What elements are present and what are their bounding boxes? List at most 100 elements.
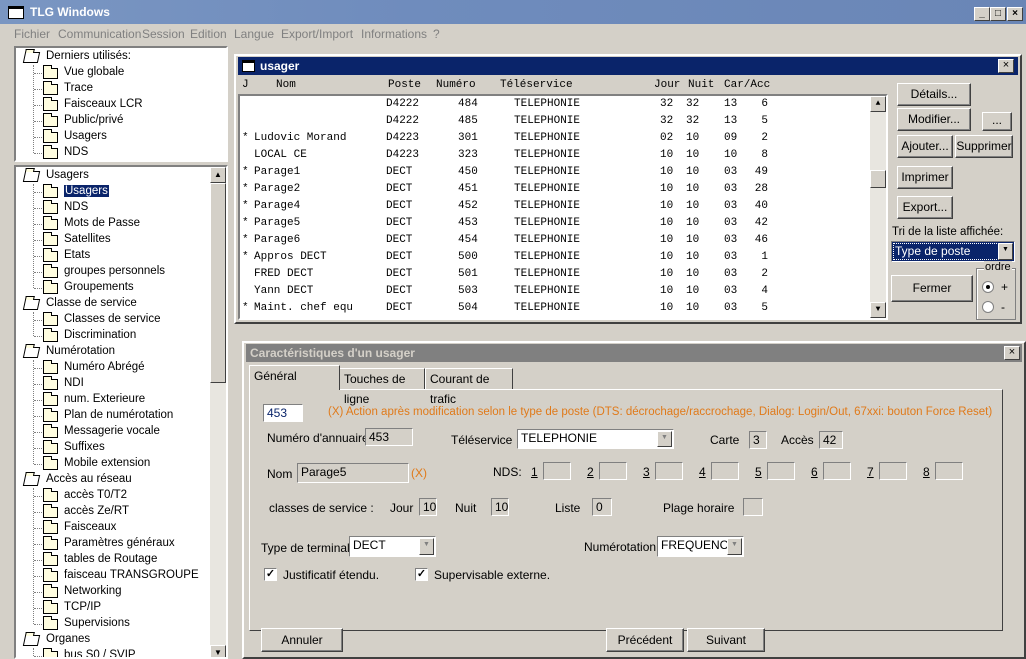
col-nom[interactable]: Nom <box>276 79 296 91</box>
precedent-button[interactable]: Précédent <box>606 628 684 652</box>
carac-close-icon[interactable]: × <box>1004 346 1020 360</box>
usager-title-bar[interactable]: usager × <box>238 57 1018 75</box>
chevron-down-icon[interactable]: ▼ <box>419 538 434 555</box>
imprimer-button[interactable]: Imprimer <box>897 166 953 189</box>
terminal-label: Type de terminal <box>261 541 350 555</box>
suivant-button[interactable]: Suivant <box>687 628 765 652</box>
list-scrollbar[interactable]: ▲ ▼ <box>870 96 886 318</box>
table-row[interactable]: * Ludovic Morand D4223 301 TELEPHONIE 02 10 09 2 <box>240 130 870 147</box>
liste-field[interactable]: 0 <box>592 498 612 516</box>
close-icon[interactable]: × <box>1007 7 1023 21</box>
scroll-thumb[interactable] <box>210 183 226 383</box>
jour-field[interactable]: 10 <box>419 498 437 516</box>
list-scroll-up-icon[interactable]: ▲ <box>870 96 886 112</box>
export-button[interactable]: Export... <box>897 196 953 219</box>
plage-field[interactable] <box>743 498 763 516</box>
annuaire-field[interactable]: 453 <box>365 428 413 446</box>
col-numero[interactable]: Numéro <box>436 79 476 91</box>
annuler-button[interactable]: Annuler <box>261 628 343 652</box>
supprimer-button[interactable]: Supprimer <box>955 135 1013 158</box>
maximize-icon[interactable]: □ <box>990 7 1006 21</box>
ajouter-button[interactable]: Ajouter... <box>897 135 953 158</box>
table-row[interactable]: Yann DECT DECT 503 TELEPHONIE 10 10 03 4 <box>240 283 870 300</box>
col-poste[interactable]: Poste <box>388 79 421 91</box>
minimize-icon[interactable]: _ <box>974 7 990 21</box>
menu-communication[interactable]: Communication <box>58 27 141 41</box>
carte-field[interactable]: 3 <box>749 431 767 449</box>
table-row[interactable]: * Parage5 DECT 453 TELEPHONIE 10 10 03 42 <box>240 215 870 232</box>
table-row[interactable]: * Parage2 DECT 451 TELEPHONIE 10 10 03 28 <box>240 181 870 198</box>
app-title-bar[interactable]: TLG Windows _ □ × <box>0 0 1026 24</box>
table-row[interactable]: * Parage6 DECT 454 TELEPHONIE 10 10 03 46 <box>240 232 870 249</box>
nav-tree-scrollbar[interactable]: ▲ ▼ <box>210 167 226 657</box>
app-window: TLG Windows _ □ × Fichier Communication … <box>0 0 1026 659</box>
order-minus-radio[interactable] <box>982 301 994 313</box>
number-field[interactable]: 453 <box>263 404 303 422</box>
table-row[interactable]: * Appros DECT DECT 500 TELEPHONIE 10 10 03 1 <box>240 249 870 266</box>
folder-icon <box>43 440 58 454</box>
folder-icon <box>43 129 58 143</box>
modifier-button[interactable]: Modifier... <box>897 108 971 131</box>
table-row[interactable]: D4222 484 TELEPHONIE 32 32 13 6 <box>240 96 870 113</box>
col-teleservice[interactable]: Téléservice <box>500 79 573 91</box>
fermer-button[interactable]: Fermer <box>891 275 973 302</box>
order-plus-label: + <box>1001 280 1009 294</box>
carac-title-bar[interactable]: Caractéristiques d'un usager × <box>246 344 1022 362</box>
col-car-acc[interactable]: Car/Acc <box>724 79 770 91</box>
list-scroll-down-icon[interactable]: ▼ <box>870 302 886 318</box>
scroll-down-icon[interactable]: ▼ <box>210 645 226 657</box>
nom-field[interactable]: Parage5 <box>297 463 409 483</box>
order-plus-radio[interactable] <box>982 281 994 293</box>
table-row[interactable]: LOCAL CE D4223 323 TELEPHONIE 10 10 10 8 <box>240 147 870 164</box>
tab-courant-de-trafic[interactable]: Courant de trafic <box>425 368 513 406</box>
nuit-field[interactable]: 10 <box>491 498 509 516</box>
cell-j: * <box>242 234 249 246</box>
supervisable-checkbox[interactable]: ✓ <box>415 568 428 581</box>
col-nuit[interactable]: Nuit <box>688 79 714 91</box>
cell-nuit: 32 <box>686 115 700 127</box>
nds-slot-field[interactable] <box>823 462 851 480</box>
cell-nuit: 10 <box>686 234 700 246</box>
chevron-down-icon[interactable]: ▼ <box>657 431 672 447</box>
menu-help[interactable]: ? <box>433 27 440 41</box>
nds-slot-field[interactable] <box>935 462 963 480</box>
details-button[interactable]: Détails... <box>897 83 971 106</box>
chevron-down-icon[interactable]: ▼ <box>727 538 742 555</box>
nds-slot-field[interactable] <box>767 462 795 480</box>
usager-close-icon[interactable]: × <box>998 59 1014 73</box>
teleservice-select[interactable]: TELEPHONIE ▼ <box>517 429 674 449</box>
nds-slot-field[interactable] <box>655 462 683 480</box>
more-button[interactable]: ... <box>982 112 1012 131</box>
nds-slot-field[interactable] <box>879 462 907 480</box>
nds-slot-field[interactable] <box>711 462 739 480</box>
table-row[interactable]: * Maint. chef equ DECT 504 TELEPHONIE 10 10 03 5 <box>240 300 870 317</box>
cell-poste: DECT <box>386 166 413 178</box>
annuaire-label: Numéro d'annuaire <box>267 431 369 445</box>
scroll-up-icon[interactable]: ▲ <box>210 167 226 183</box>
acces-field[interactable]: 42 <box>819 431 843 449</box>
terminal-select[interactable]: DECT ▼ <box>349 536 436 557</box>
table-row[interactable]: * Parage1 DECT 450 TELEPHONIE 10 10 03 49 <box>240 164 870 181</box>
cell-nom: Yann DECT <box>254 285 314 297</box>
menu-export-import[interactable]: Export/Import <box>281 27 353 41</box>
sort-select[interactable]: Type de poste ▼ <box>891 241 1015 262</box>
list-scroll-thumb[interactable] <box>870 170 886 188</box>
chevron-down-icon[interactable]: ▼ <box>998 243 1013 260</box>
menu-informations[interactable]: Informations <box>361 27 427 41</box>
col-j[interactable]: J <box>242 79 249 91</box>
col-jour[interactable]: Jour <box>654 79 680 91</box>
numerotation-select[interactable]: FREQUENCE ▼ <box>657 536 744 557</box>
justificatif-checkbox[interactable]: ✓ <box>264 568 277 581</box>
nds-slot-field[interactable] <box>599 462 627 480</box>
cell-acc: 8 <box>761 149 768 161</box>
table-row[interactable]: FRED DECT DECT 501 TELEPHONIE 10 10 03 2 <box>240 266 870 283</box>
table-row[interactable]: * Parage4 DECT 452 TELEPHONIE 10 10 03 40 <box>240 198 870 215</box>
menu-session[interactable]: Session <box>142 27 185 41</box>
table-row[interactable]: D4222 485 TELEPHONIE 32 32 13 5 <box>240 113 870 130</box>
tab-general[interactable]: Général <box>249 365 340 390</box>
menu-fichier[interactable]: Fichier <box>14 27 50 41</box>
menu-edition[interactable]: Edition <box>190 27 227 41</box>
menu-langue[interactable]: Langue <box>234 27 274 41</box>
nds-slot-field[interactable] <box>543 462 571 480</box>
tab-touches-de-ligne[interactable]: Touches de ligne <box>339 368 425 406</box>
